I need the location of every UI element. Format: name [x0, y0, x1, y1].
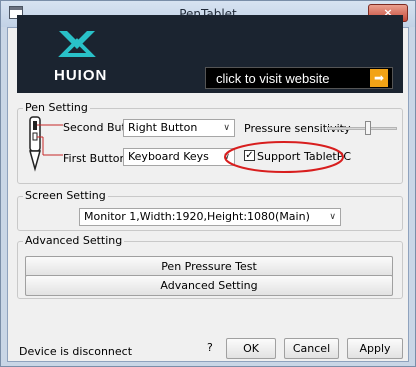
- help-button[interactable]: ?: [207, 341, 213, 354]
- pentablet-window: PenTablet × HUION click to visit website…: [0, 0, 416, 367]
- device-status-text: Device is disconnect: [19, 345, 133, 358]
- pen-diagram-icon: [29, 116, 63, 172]
- ok-button[interactable]: OK: [226, 338, 276, 359]
- highlight-ellipse: [224, 141, 344, 173]
- chevron-down-icon: ∨: [329, 212, 336, 222]
- advanced-setting-label: Advanced Setting: [23, 234, 125, 247]
- huion-logo-text: HUION: [54, 67, 108, 84]
- chevron-down-icon: ∨: [223, 123, 230, 133]
- apply-button[interactable]: Apply: [347, 338, 403, 359]
- pressure-slider-thumb[interactable]: [365, 121, 371, 135]
- first-button-label: First Button: [63, 152, 127, 165]
- first-button-value: Keyboard Keys: [128, 150, 209, 163]
- visit-website-link[interactable]: click to visit website ➡: [205, 67, 393, 89]
- huion-logo-icon: [58, 31, 96, 57]
- first-button-select[interactable]: Keyboard Keys ∨: [123, 148, 235, 166]
- second-button-value: Right Button: [128, 121, 198, 134]
- second-button-select[interactable]: Right Button ∨: [123, 119, 235, 137]
- pen-pressure-test-button[interactable]: Pen Pressure Test: [25, 256, 393, 277]
- monitor-select[interactable]: Monitor 1,Width:1920,Height:1080(Main) ∨: [79, 208, 341, 226]
- pressure-slider-track[interactable]: [327, 127, 397, 130]
- screen-setting-label: Screen Setting: [23, 189, 108, 202]
- huion-banner[interactable]: HUION click to visit website ➡: [17, 15, 403, 93]
- cancel-button[interactable]: Cancel: [284, 338, 339, 359]
- pen-setting-label: Pen Setting: [23, 101, 90, 114]
- arrow-right-icon: ➡: [370, 69, 388, 87]
- advanced-setting-button[interactable]: Advanced Setting: [25, 275, 393, 296]
- visit-website-label: click to visit website: [216, 71, 330, 86]
- monitor-value: Monitor 1,Width:1920,Height:1080(Main): [84, 210, 310, 223]
